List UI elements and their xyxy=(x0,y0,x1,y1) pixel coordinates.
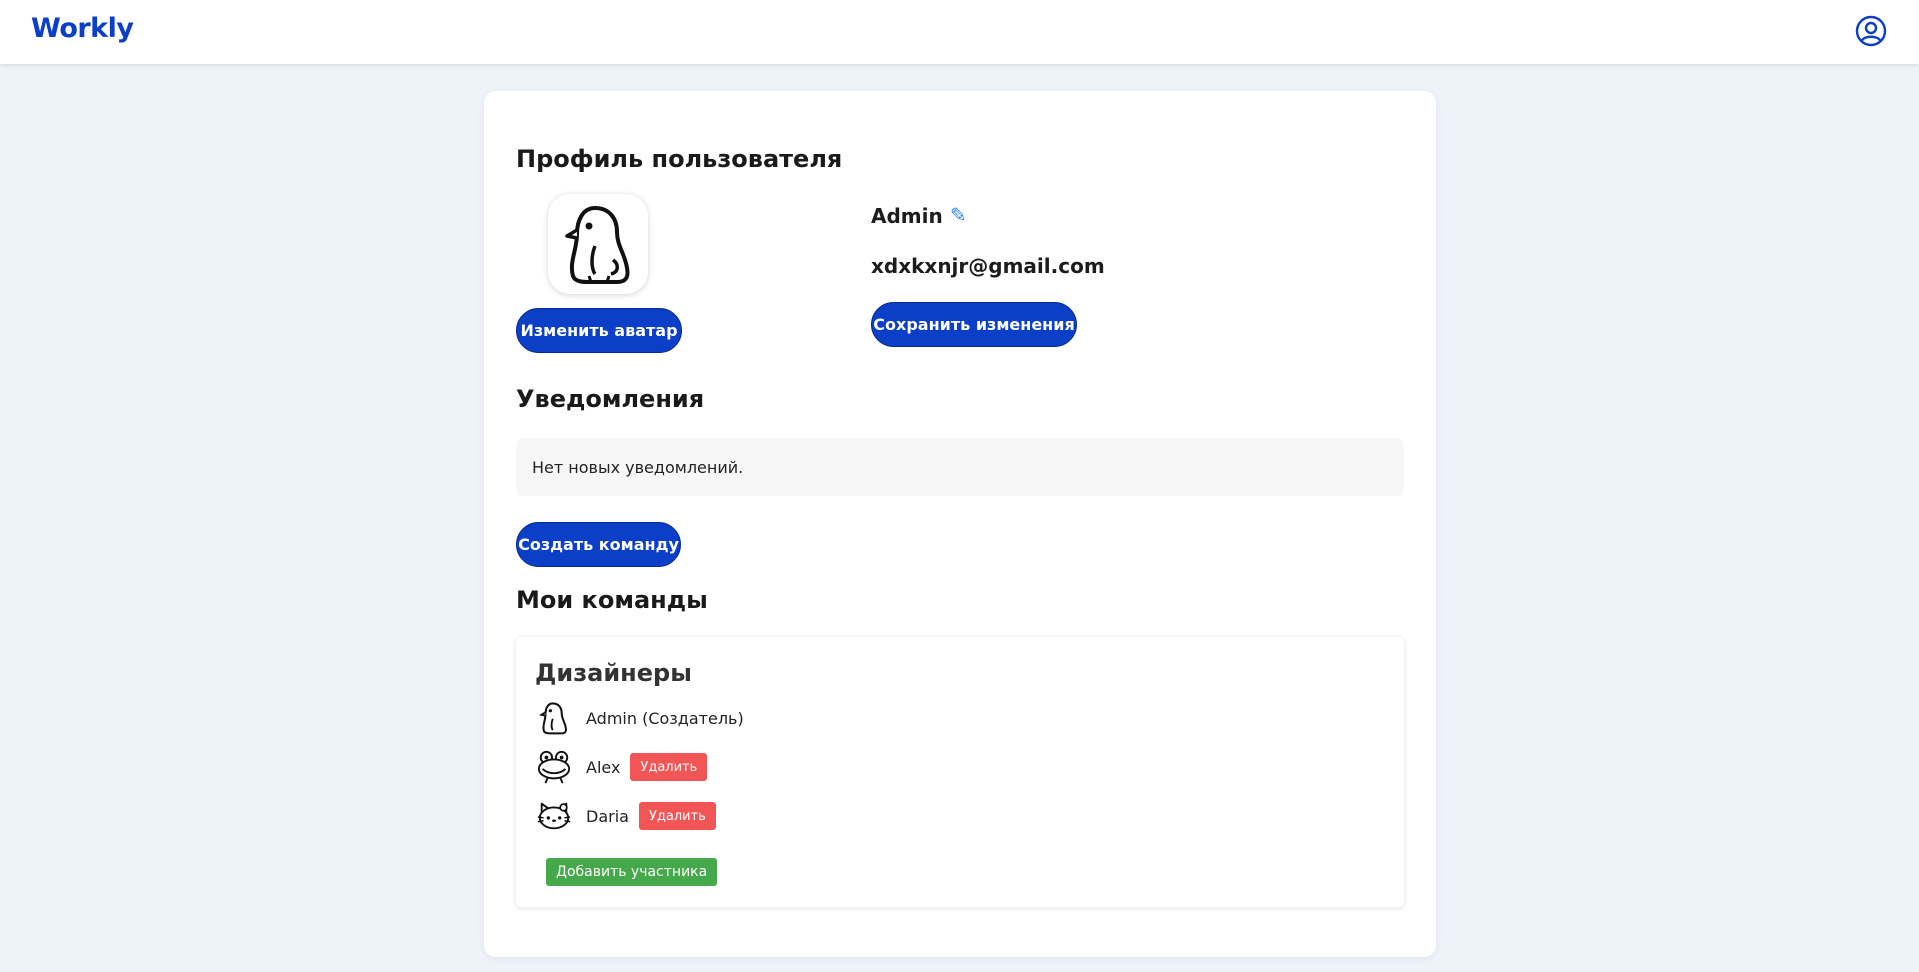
save-changes-button[interactable]: Сохранить изменения xyxy=(871,302,1077,347)
add-member-button[interactable]: Добавить участника xyxy=(546,858,718,886)
top-navbar: Workly xyxy=(0,0,1919,64)
notifications-panel: Нет новых уведомлений. xyxy=(516,438,1404,496)
team-name: Дизайнеры xyxy=(535,659,692,687)
notifications-empty-text: Нет новых уведомлений. xyxy=(532,457,744,477)
change-avatar-button[interactable]: Изменить аватар xyxy=(516,308,682,353)
frog-avatar-icon xyxy=(536,749,572,785)
profile-card: Профиль пользователя Изменить аватар Adm… xyxy=(484,91,1436,957)
penguin-avatar-icon xyxy=(536,700,572,736)
team-member: Admin (Создатель) xyxy=(536,699,744,737)
member-name: Admin (Создатель) xyxy=(586,708,744,728)
profile-title: Профиль пользователя xyxy=(516,145,843,173)
notifications-title: Уведомления xyxy=(516,385,705,413)
remove-member-button[interactable]: Удалить xyxy=(638,802,716,830)
pencil-icon[interactable]: ✎ xyxy=(950,203,967,227)
team-member: Alex Удалить xyxy=(536,748,708,786)
profile-username: Admin xyxy=(871,204,943,228)
profile-email: xdxkxnjr@gmail.com xyxy=(871,254,1105,278)
penguin-avatar-icon xyxy=(565,206,630,284)
my-teams-title: Мои команды xyxy=(516,586,708,614)
user-circle-icon[interactable] xyxy=(1855,15,1887,47)
cat-avatar-icon xyxy=(536,798,572,834)
profile-avatar xyxy=(548,194,648,294)
team-card: Дизайнеры Admin (Создатель) Alex Удалить… xyxy=(516,637,1404,907)
remove-member-button[interactable]: Удалить xyxy=(630,753,708,781)
member-name: Daria xyxy=(586,806,629,826)
team-member: Daria Удалить xyxy=(536,797,716,835)
create-team-button[interactable]: Создать команду xyxy=(516,522,681,567)
app-logo[interactable]: Workly xyxy=(31,13,134,44)
member-name: Alex xyxy=(586,757,621,777)
